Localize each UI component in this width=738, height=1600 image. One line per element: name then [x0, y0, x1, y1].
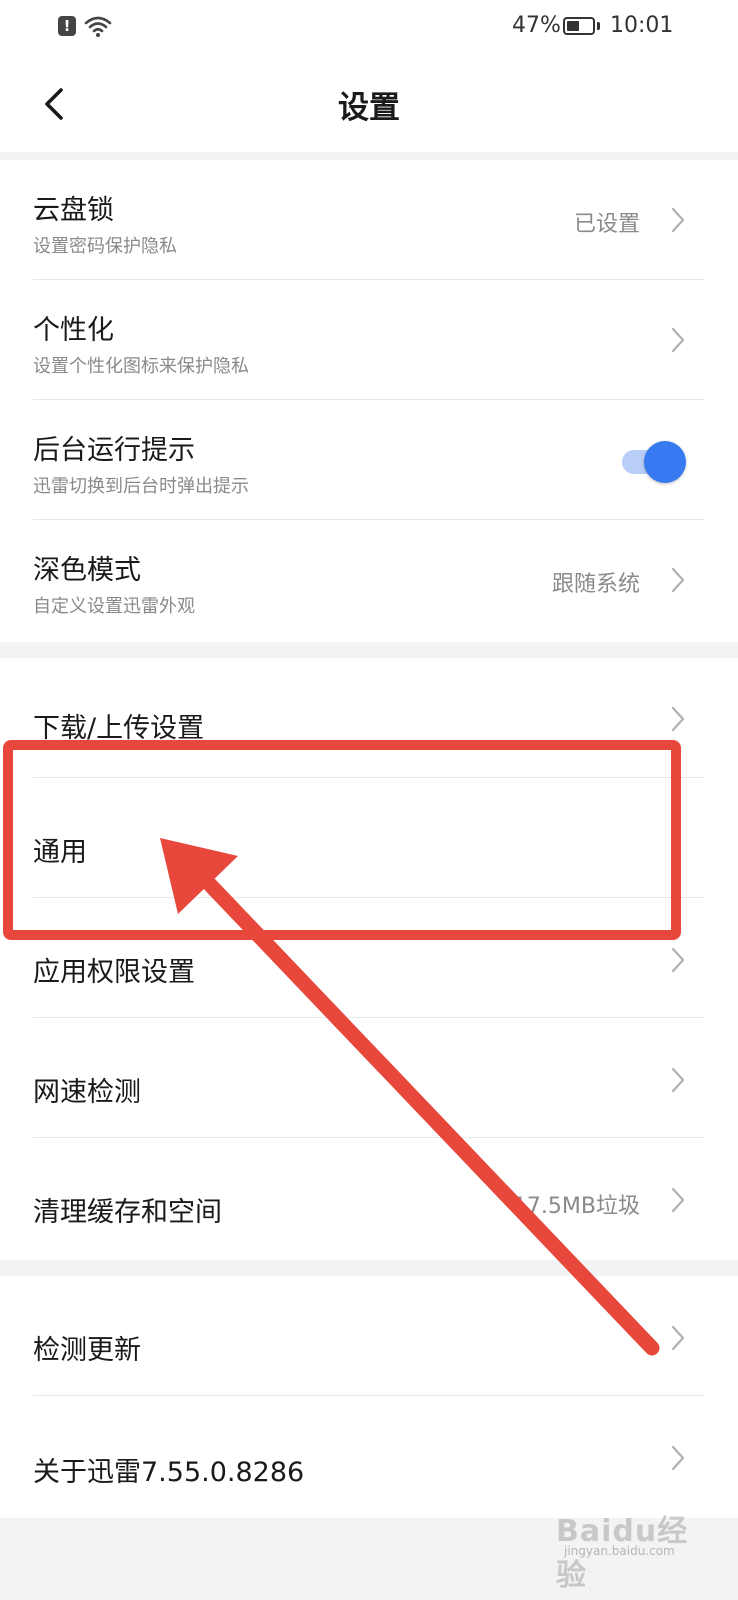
- settings-item-dark-mode[interactable]: 深色模式 自定义设置迅雷外观 跟随系统: [0, 520, 738, 642]
- settings-item-background-tip: 后台运行提示 迅雷切换到后台时弹出提示: [0, 400, 738, 520]
- item-title: 深色模式: [33, 555, 141, 586]
- item-subtitle: 迅雷切换到后台时弹出提示: [33, 476, 249, 497]
- watermark-url: jingyan.baidu.com: [564, 1544, 675, 1558]
- chevron-right-icon: [671, 327, 685, 353]
- chevron-right-icon: [671, 1445, 685, 1471]
- settings-item-personalize[interactable]: 个性化 设置个性化图标来保护隐私: [0, 280, 738, 400]
- item-subtitle: 设置密码保护隐私: [33, 236, 177, 257]
- settings-item-clear-cache[interactable]: 清理缓存和空间 17.5MB垃圾: [0, 1138, 738, 1260]
- chevron-right-icon: [671, 706, 685, 732]
- page-title: 设置: [338, 90, 400, 126]
- chevron-right-icon: [671, 567, 685, 593]
- item-title: 后台运行提示: [33, 435, 195, 466]
- section-gap: [0, 642, 738, 658]
- settings-screen: ! 47% 10:01 设置 云盘锁 设置密码保护隐私 已设置 个性化 设置个性…: [0, 0, 738, 1600]
- baidu-watermark-logo: Baidu经验 jingyan.baidu.com: [556, 1500, 716, 1593]
- annotation-highlight-box: [3, 740, 681, 940]
- item-value: 跟随系统: [551, 572, 640, 597]
- item-title: 应用权限设置: [33, 957, 195, 988]
- item-title: 清理缓存和空间: [33, 1197, 222, 1228]
- settings-item-check-update[interactable]: 检测更新: [0, 1276, 738, 1396]
- wifi-icon: [84, 16, 112, 37]
- item-title: 网速检测: [33, 1077, 141, 1108]
- battery-percent: 47%: [512, 13, 561, 38]
- chevron-right-icon: [671, 207, 685, 233]
- item-title: 检测更新: [33, 1335, 141, 1366]
- item-subtitle: 设置个性化图标来保护隐私: [33, 356, 249, 377]
- chevron-right-icon: [671, 1187, 685, 1213]
- battery-icon: [563, 17, 595, 35]
- section-gap: [0, 152, 738, 160]
- item-value: 17.5MB垃圾: [512, 1194, 640, 1219]
- settings-item-speed-test[interactable]: 网速检测: [0, 1018, 738, 1138]
- chevron-right-icon: [671, 1325, 685, 1351]
- background-tip-toggle[interactable]: [618, 441, 686, 483]
- chevron-right-icon: [671, 947, 685, 973]
- status-bar: ! 47% 10:01: [0, 0, 738, 56]
- item-title: 个性化: [33, 315, 114, 346]
- section-gap: [0, 1260, 738, 1276]
- settings-item-cloud-lock[interactable]: 云盘锁 设置密码保护隐私 已设置: [0, 160, 738, 280]
- alert-icon: !: [58, 16, 76, 36]
- status-time: 10:01: [610, 13, 674, 38]
- battery-tip: [597, 22, 600, 30]
- item-title: 关于迅雷7.55.0.8286: [33, 1457, 305, 1488]
- header: 设置: [0, 56, 738, 152]
- item-value: 已设置: [573, 212, 640, 237]
- item-subtitle: 自定义设置迅雷外观: [33, 596, 195, 617]
- item-title: 云盘锁: [33, 195, 114, 226]
- chevron-right-icon: [671, 1067, 685, 1093]
